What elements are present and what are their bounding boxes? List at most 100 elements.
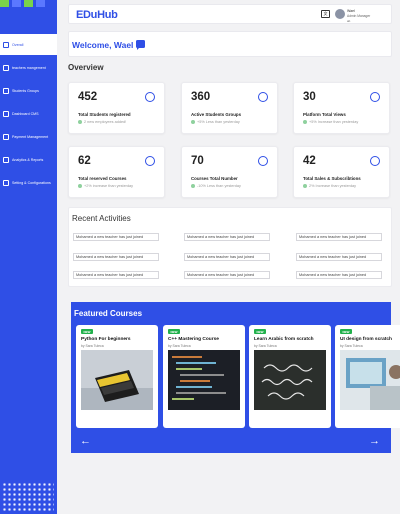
stat-value: 360 bbox=[191, 91, 211, 103]
course-title: UI design from scratch bbox=[340, 337, 392, 342]
gear-icon bbox=[3, 179, 9, 186]
course-card[interactable]: NEW C++ Mastering Course by Sara Tuleca bbox=[163, 325, 245, 428]
recent-activities: Recent Activities Mohamed a new teacher … bbox=[68, 207, 392, 287]
stat-card[interactable]: 62 Total reserved Courses +2% increase t… bbox=[68, 146, 165, 198]
trend-icon bbox=[78, 184, 82, 188]
activity-item[interactable]: Mohamed a new teacher has just joined bbox=[296, 233, 382, 241]
stat-value: 452 bbox=[78, 91, 98, 103]
welcome-text: Welcome, Wael bbox=[72, 40, 134, 50]
course-author: by Sara Tuleca bbox=[254, 344, 277, 348]
user-extra: ab bbox=[347, 19, 351, 23]
chart-icon bbox=[3, 156, 9, 163]
activity-item[interactable]: Mohamed a new teacher has just joined bbox=[296, 253, 382, 261]
sidebar-item-label: Dashboard CMS bbox=[12, 111, 39, 116]
course-card[interactable]: NEW Python For beginners by Sara Tuleca bbox=[76, 325, 158, 428]
sidebar-item-students-groups[interactable]: Students Groups bbox=[0, 80, 57, 101]
grid-icon bbox=[3, 41, 9, 48]
trend-icon bbox=[78, 120, 82, 124]
payment-icon bbox=[3, 133, 9, 140]
arrow-right-icon[interactable]: → bbox=[369, 436, 380, 447]
course-card[interactable]: NEW UI design from scratch by Sara Tulec… bbox=[335, 325, 400, 428]
sidebar-item-label: Students Groups bbox=[12, 88, 39, 93]
activity-item[interactable]: Mohamed a new teacher has just joined bbox=[73, 253, 159, 261]
activity-item[interactable]: Mohamed a new teacher has just joined bbox=[184, 253, 270, 261]
course-badge: NEW bbox=[254, 329, 266, 334]
course-image bbox=[81, 350, 153, 410]
sidebar: Overall teachers mangement Students Grou… bbox=[0, 0, 57, 514]
sidebar-item-label: Payment Management bbox=[12, 134, 49, 139]
stat-label: Active Students Groups bbox=[191, 112, 242, 117]
course-image bbox=[168, 350, 240, 410]
group-icon bbox=[3, 87, 9, 94]
featured-courses: Featured Courses NEW Python For beginner… bbox=[71, 302, 400, 453]
sidebar-item-payment[interactable]: Payment Management bbox=[0, 126, 57, 147]
stat-label: Total Students registered bbox=[78, 112, 131, 117]
trend-icon bbox=[191, 184, 195, 188]
sidebar-item-teachers[interactable]: teachers mangement bbox=[0, 57, 57, 78]
welcome-banner: Welcome, Wael bbox=[68, 31, 392, 57]
stat-card[interactable]: 30 Platform Total Views +5% Increase tha… bbox=[293, 82, 390, 134]
trend-icon bbox=[191, 120, 195, 124]
activity-item[interactable]: Mohamed a new teacher has just joined bbox=[184, 233, 270, 241]
trend-icon bbox=[303, 120, 307, 124]
stat-label: Total reserved Courses bbox=[78, 176, 127, 181]
stat-card[interactable]: 42 Total Sales & Subscribtions 2% Increa… bbox=[293, 146, 390, 198]
course-badge: NEW bbox=[168, 329, 180, 334]
course-image bbox=[340, 350, 400, 410]
course-title: C++ Mastering Course bbox=[168, 337, 219, 342]
stat-sub-text: 2 new employees added! bbox=[84, 120, 127, 124]
decorative-dots bbox=[2, 482, 54, 512]
sidebar-header bbox=[0, 0, 57, 24]
stat-sub: -10% Less than yesterday bbox=[191, 184, 241, 188]
course-badge: NEW bbox=[340, 329, 352, 334]
sidebar-item-label: Overall bbox=[12, 42, 24, 47]
activities-title: Recent Activities bbox=[72, 214, 131, 223]
sidebar-item-label: Analytics & Reports bbox=[12, 157, 44, 162]
stat-value: 30 bbox=[303, 91, 316, 103]
activity-item[interactable]: Mohamed a new teacher has just joined bbox=[73, 271, 159, 279]
stat-card[interactable]: 360 Active Students Groups +5% Less than… bbox=[181, 82, 278, 134]
activity-item[interactable]: Mohamed a new teacher has just joined bbox=[184, 271, 270, 279]
stat-sub: +5% Less than yesterday bbox=[191, 120, 240, 124]
activity-item[interactable]: Mohamed a new teacher has just joined bbox=[73, 233, 159, 241]
translate-icon[interactable]: 文 bbox=[321, 10, 330, 18]
user-name: Wael bbox=[347, 9, 355, 13]
document-icon bbox=[370, 156, 380, 166]
moon-icon bbox=[258, 156, 268, 166]
sidebar-item-dashboard-cms[interactable]: Dashboard CMS bbox=[0, 103, 57, 124]
chat-icon[interactable] bbox=[136, 40, 145, 50]
stat-sub: 2 new employees added! bbox=[78, 120, 126, 124]
stat-sub-text: +5% Less than yesterday bbox=[197, 120, 240, 124]
stat-card[interactable]: 70 Courses Total Number -10% Less than y… bbox=[181, 146, 278, 198]
course-badge: NEW bbox=[81, 329, 93, 334]
stat-sub: +5% Increase than yesterday bbox=[303, 120, 358, 124]
sidebar-item-settings[interactable]: Setting & Configurations bbox=[0, 172, 57, 193]
stat-sub-text: -10% Less than yesterday bbox=[197, 184, 241, 188]
logo[interactable]: EDuHub bbox=[76, 9, 118, 21]
cms-icon bbox=[3, 110, 9, 117]
sidebar-item-overall[interactable]: Overall bbox=[0, 34, 57, 55]
arrow-left-icon[interactable]: ← bbox=[80, 436, 91, 447]
user-role: Admin Manager bbox=[347, 14, 371, 18]
course-title: Learn Arabic from scratch bbox=[254, 337, 314, 342]
users-icon bbox=[145, 92, 155, 102]
featured-title: Featured Courses bbox=[74, 309, 143, 318]
course-author: by Sara Tuleca bbox=[81, 344, 104, 348]
clock-icon bbox=[145, 156, 155, 166]
sidebar-item-analytics[interactable]: Analytics & Reports bbox=[0, 149, 57, 170]
overview-title: Overview bbox=[68, 63, 104, 72]
stat-sub: 2% Increase than yesterday bbox=[303, 184, 356, 188]
course-author: by Sara Tuleca bbox=[168, 344, 191, 348]
course-image bbox=[254, 350, 326, 410]
stat-value: 70 bbox=[191, 155, 204, 167]
trend-icon bbox=[303, 184, 307, 188]
sidebar-item-label: Setting & Configurations bbox=[12, 180, 51, 185]
sidebar-item-label: teachers mangement bbox=[12, 65, 46, 70]
activity-item[interactable]: Mohamed a new teacher has just joined bbox=[296, 271, 382, 279]
course-card[interactable]: NEW Learn Arabic from scratch by Sara Tu… bbox=[249, 325, 331, 428]
main-content: EDuHub 文 Wael Admin Manager ab Welcome, … bbox=[57, 0, 400, 514]
stat-sub: +2% increase than yesterday bbox=[78, 184, 133, 188]
avatar[interactable] bbox=[335, 9, 345, 19]
stat-card[interactable]: 452 Total Students registered 2 new empl… bbox=[68, 82, 165, 134]
course-author: by Sara Tuleca bbox=[340, 344, 363, 348]
